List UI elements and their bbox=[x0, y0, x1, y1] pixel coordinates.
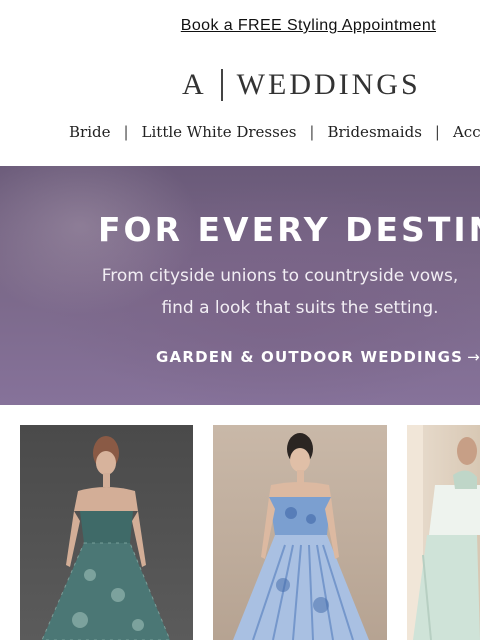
hero-subtitle-line2: find a look that suits the setting. bbox=[161, 298, 439, 318]
hero-subtitle-line1: From cityside unions to countryside vows… bbox=[101, 266, 459, 286]
dress-image bbox=[407, 425, 480, 640]
nav-item-bridesmaids[interactable]: Bridesmaids bbox=[327, 123, 421, 141]
product-tile-mint-ruffle-gown[interactable] bbox=[407, 425, 480, 640]
nav-item-bride[interactable]: Bride bbox=[69, 123, 110, 141]
nav-separator: | bbox=[123, 123, 129, 141]
promo-banner: Book a FREE Styling Appointment bbox=[0, 0, 480, 52]
hero-cta-label: Garden & Outdoor Weddings bbox=[156, 348, 464, 366]
nav-separator: | bbox=[434, 123, 440, 141]
brand-logo[interactable]: A WEDDINGS bbox=[182, 66, 421, 104]
book-styling-appointment-link[interactable]: Book a FREE Styling Appointment bbox=[181, 17, 436, 35]
nav-item-little-white-dresses[interactable]: Little White Dresses bbox=[142, 123, 297, 141]
product-tile-blue-floral-gown[interactable] bbox=[213, 425, 387, 640]
logo-mark: A bbox=[182, 68, 207, 101]
logo-divider bbox=[220, 69, 223, 101]
product-tile-green-floral-gown[interactable] bbox=[20, 425, 193, 640]
garden-outdoor-weddings-link[interactable]: Garden & Outdoor Weddings → bbox=[156, 348, 480, 366]
arrow-right-icon: → bbox=[467, 348, 480, 366]
hero-banner[interactable]: For Every Destinatio From cityside union… bbox=[0, 166, 480, 405]
logo-wordmark: WEDDINGS bbox=[236, 68, 421, 101]
nav-item-accessories[interactable]: Acces bbox=[453, 123, 480, 141]
hero-title: For Every Destinatio bbox=[98, 210, 480, 249]
main-nav: Bride | Little White Dresses | Bridesmai… bbox=[69, 118, 480, 146]
dress-image bbox=[233, 433, 369, 640]
dress-image bbox=[41, 436, 171, 640]
nav-separator: | bbox=[309, 123, 315, 141]
